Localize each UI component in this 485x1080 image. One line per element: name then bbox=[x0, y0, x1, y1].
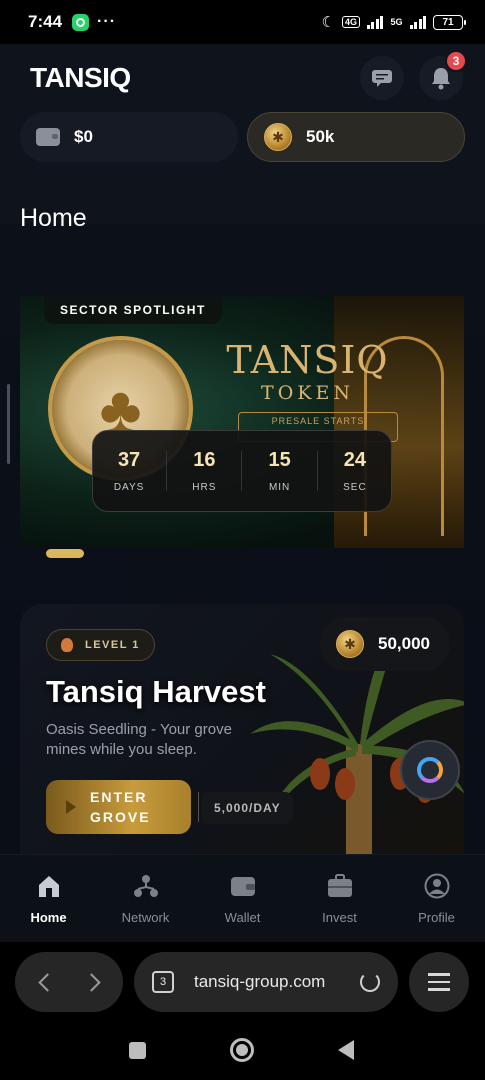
token-title: TANSIQ bbox=[226, 338, 389, 382]
url-text: tansiq-group.com bbox=[194, 972, 326, 991]
spotlight-label: SECTOR SPOTLIGHT bbox=[44, 296, 222, 324]
coin-balance: 50k bbox=[306, 127, 335, 146]
notification-badge: 3 bbox=[445, 50, 467, 72]
nav-network[interactable]: Network bbox=[101, 872, 191, 925]
network-icon bbox=[132, 872, 160, 900]
battery-icon: 71 bbox=[433, 14, 466, 30]
palm-coin-icon bbox=[336, 630, 364, 658]
wallet-icon bbox=[36, 128, 60, 146]
back-triangle-button[interactable] bbox=[338, 1040, 354, 1060]
nav-label: Invest bbox=[322, 910, 357, 925]
countdown-days: 37 DAYS bbox=[94, 449, 164, 493]
assistant-fab[interactable] bbox=[400, 740, 460, 800]
level-badge: LEVEL 1 bbox=[46, 629, 155, 661]
chat-button[interactable] bbox=[360, 56, 404, 100]
notifications-button[interactable]: 3 bbox=[419, 50, 467, 100]
browser-toolbar: 3 tansiq-group.com bbox=[0, 942, 485, 1024]
nav-label: Profile bbox=[418, 910, 455, 925]
network-type: 5G bbox=[390, 17, 403, 27]
cash-balance-pill[interactable]: $0 bbox=[20, 112, 238, 162]
enter-grove-line1: ENTER bbox=[90, 789, 148, 805]
divider bbox=[166, 451, 168, 491]
status-time: 7:44 bbox=[28, 12, 63, 31]
nav-profile[interactable]: Profile bbox=[392, 872, 482, 925]
system-navigation-bar bbox=[0, 1024, 485, 1080]
app-header: TANSIQ 3 $0 50k bbox=[0, 44, 485, 224]
cash-balance: $0 bbox=[74, 127, 93, 146]
page-title: Home bbox=[20, 204, 87, 232]
browser-navigation bbox=[15, 952, 123, 1012]
menu-line bbox=[428, 980, 450, 984]
briefcase-icon bbox=[326, 872, 354, 900]
countdown-value: 15 bbox=[268, 449, 291, 471]
countdown-unit: MIN bbox=[268, 482, 291, 493]
tab-count-button[interactable]: 3 bbox=[152, 971, 174, 993]
harvest-title: Tansiq Harvest bbox=[46, 674, 266, 709]
signal-icon bbox=[366, 15, 384, 29]
countdown-value: 37 bbox=[117, 449, 141, 471]
profile-icon bbox=[423, 872, 451, 900]
countdown-hours: 16 HRS bbox=[169, 449, 239, 493]
app-screen: TANSIQ 3 $0 50k Home bbox=[0, 44, 485, 942]
carousel-indicator-active[interactable] bbox=[46, 549, 84, 558]
menu-line bbox=[428, 973, 450, 976]
more-notifications-icon: ··· bbox=[97, 13, 117, 30]
token-subtitle: TOKEN bbox=[261, 382, 354, 404]
status-icons: ☾ 4G 5G 71 bbox=[321, 13, 466, 31]
divider bbox=[198, 792, 199, 822]
browser-menu-button[interactable] bbox=[409, 952, 469, 1012]
chevron-left-icon bbox=[37, 972, 57, 992]
whatsapp-icon bbox=[72, 13, 90, 31]
nav-label: Wallet bbox=[224, 910, 261, 925]
enter-grove-line2: GROVE bbox=[90, 809, 151, 825]
wallet-icon bbox=[229, 872, 257, 900]
enter-grove-button[interactable]: ENTER GROVE bbox=[46, 780, 199, 834]
countdown-value: 24 bbox=[343, 449, 367, 471]
divider bbox=[316, 451, 318, 491]
recents-button[interactable] bbox=[129, 1042, 146, 1059]
battery-level: 71 bbox=[442, 16, 454, 28]
level-label: LEVEL 1 bbox=[85, 639, 140, 651]
brand-logo[interactable]: TANSIQ bbox=[30, 62, 131, 94]
countdown-value: 16 bbox=[193, 449, 216, 471]
enter-grove-label: ENTER GROVE bbox=[90, 787, 151, 827]
reload-icon[interactable] bbox=[360, 972, 380, 992]
countdown-seconds: 24 SEC bbox=[320, 449, 390, 493]
countdown-unit: HRS bbox=[192, 482, 217, 493]
countdown-unit: SEC bbox=[343, 482, 367, 493]
scroll-indicator bbox=[7, 384, 10, 464]
harvest-coin-amount: 50,000 bbox=[378, 634, 430, 653]
chevron-right-icon bbox=[81, 972, 101, 992]
bottom-nav: Home Network Wallet Invest Profile bbox=[0, 854, 485, 942]
volte-icon: 4G bbox=[341, 16, 360, 28]
forward-button[interactable] bbox=[75, 966, 108, 999]
url-bar[interactable]: 3 tansiq-group.com bbox=[134, 952, 398, 1012]
countdown-unit: DAYS bbox=[113, 482, 145, 493]
chat-icon bbox=[372, 70, 392, 87]
status-bar: 7:44 ··· ☾ 4G 5G 71 bbox=[0, 0, 485, 44]
back-button[interactable] bbox=[31, 966, 64, 999]
home-button[interactable] bbox=[230, 1038, 254, 1062]
harvest-coin-chip: 50,000 bbox=[320, 617, 450, 671]
seed-icon bbox=[61, 638, 73, 652]
home-icon bbox=[35, 872, 63, 900]
countdown-timer: 37 DAYS 16 HRS 15 MIN 24 SEC bbox=[92, 430, 392, 512]
palm-coin-icon bbox=[264, 123, 292, 151]
nav-home[interactable]: Home bbox=[4, 872, 94, 925]
assistant-icon bbox=[417, 757, 443, 783]
sector-spotlight-banner[interactable]: ♣ SECTOR SPOTLIGHT TANSIQ TOKEN PRESALE … bbox=[20, 296, 464, 548]
menu-line bbox=[428, 988, 450, 991]
nav-invest[interactable]: Invest bbox=[295, 872, 385, 925]
signal-2-icon bbox=[409, 15, 426, 29]
nav-wallet[interactable]: Wallet bbox=[198, 872, 288, 925]
nav-label: Network bbox=[121, 910, 170, 925]
divider bbox=[241, 451, 243, 491]
mining-rate: 5,000/DAY bbox=[202, 792, 293, 824]
nav-label: Home bbox=[30, 910, 67, 925]
play-icon bbox=[66, 800, 76, 814]
coin-balance-pill[interactable]: 50k bbox=[247, 112, 465, 162]
moon-icon: ☾ bbox=[321, 14, 335, 31]
countdown-minutes: 15 MIN bbox=[245, 449, 315, 493]
harvest-description: Oasis Seedling - Your grove mines while … bbox=[46, 721, 232, 758]
